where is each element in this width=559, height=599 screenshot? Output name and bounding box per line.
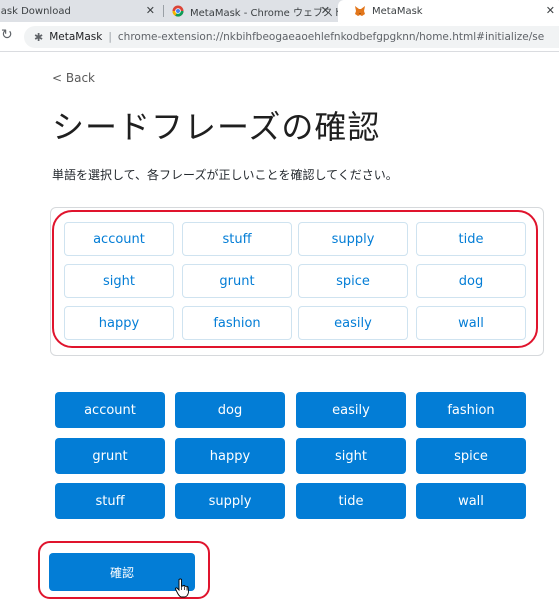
tab-separator <box>163 5 164 17</box>
extension-puzzle-icon: ✱ <box>34 30 44 44</box>
omnibox-site-name: MetaMask <box>49 31 103 43</box>
omnibox[interactable]: ✱ MetaMask | chrome-extension://nkbihfbe… <box>24 26 559 48</box>
word-bank-button[interactable]: supply <box>175 483 285 519</box>
chrome-web-store-icon <box>172 5 184 17</box>
page-title: シードフレーズの確認 <box>52 108 381 146</box>
word-bank-button[interactable]: spice <box>416 438 526 474</box>
reload-icon[interactable]: ↻ <box>1 27 13 43</box>
word-bank-button[interactable]: tide <box>296 483 406 519</box>
close-icon[interactable]: ✕ <box>146 4 155 17</box>
tab-metamask[interactable]: MetaMask ✕ <box>338 0 559 22</box>
word-bank-button[interactable]: sight <box>296 438 406 474</box>
tab-chrome-web-store[interactable]: MetaMask - Chrome ウェブストア ✕ <box>166 0 338 22</box>
tab-title: MetaMask <box>372 5 423 17</box>
hand-pointer-cursor-icon <box>175 578 189 598</box>
word-bank-button[interactable]: account <box>55 392 165 428</box>
address-bar: ↻ ✱ MetaMask | chrome-extension://nkbihf… <box>0 22 559 52</box>
tab-title: lask Download <box>0 5 71 17</box>
omnibox-url: chrome-extension://nkbihfbeogaeaoehlefnk… <box>117 31 545 43</box>
omnibox-divider: | <box>108 31 112 43</box>
tab-download[interactable]: lask Download ✕ <box>0 0 163 22</box>
browser-tab-strip: lask Download ✕ MetaMask - Chrome ウェブストア… <box>0 0 559 22</box>
word-bank-button[interactable]: easily <box>296 392 406 428</box>
word-bank-button[interactable]: dog <box>175 392 285 428</box>
highlight-outline-selected-words <box>52 210 538 348</box>
word-bank-button[interactable]: happy <box>175 438 285 474</box>
word-bank-button[interactable]: fashion <box>416 392 526 428</box>
word-bank-button[interactable]: stuff <box>55 483 165 519</box>
metamask-fox-icon <box>355 6 365 16</box>
word-bank-button[interactable]: grunt <box>55 438 165 474</box>
close-icon[interactable]: ✕ <box>321 4 330 17</box>
back-link[interactable]: < Back <box>52 71 95 85</box>
page-description: 単語を選択して、各フレーズが正しいことを確認してください。 <box>52 168 398 182</box>
tab-title: MetaMask - Chrome ウェブストア <box>190 7 338 19</box>
word-bank-button[interactable]: wall <box>416 483 526 519</box>
close-icon[interactable]: ✕ <box>546 4 555 17</box>
